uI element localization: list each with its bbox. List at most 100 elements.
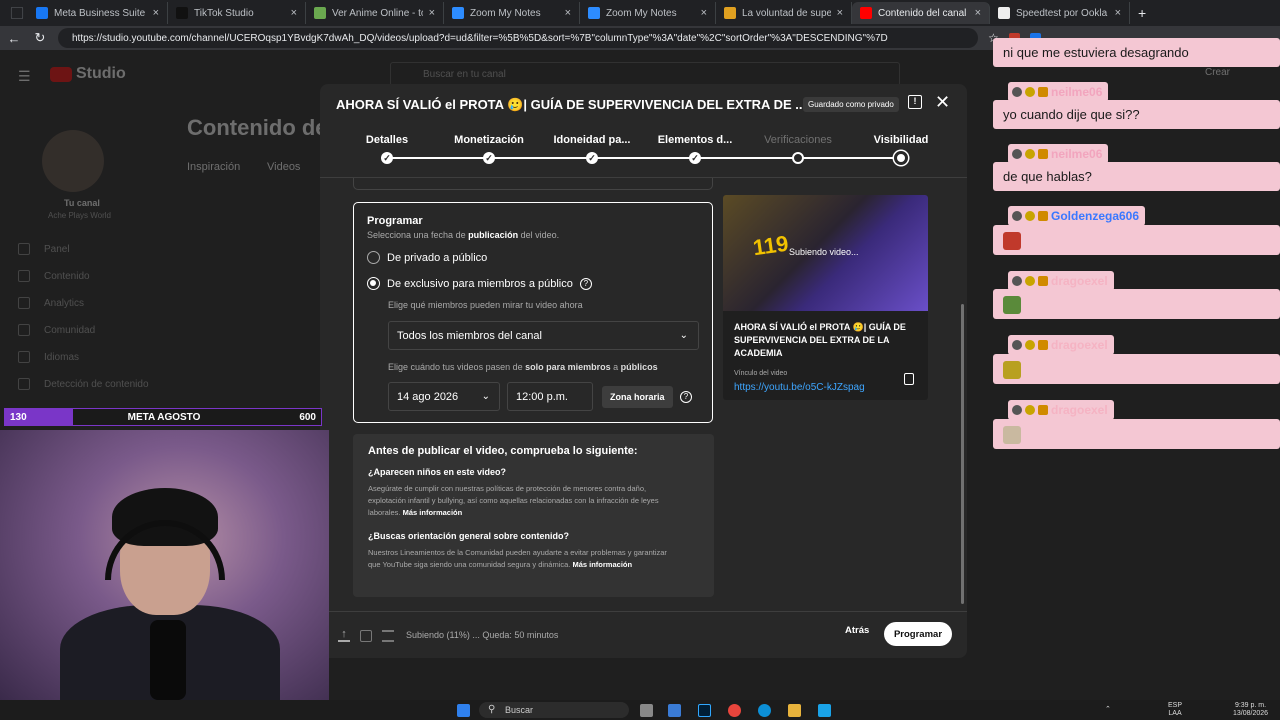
- chat-badge-icon: [1038, 405, 1048, 415]
- windows-start-icon[interactable]: [457, 704, 470, 717]
- url-field[interactable]: https://studio.youtube.com/channel/UCERO…: [58, 28, 978, 48]
- schedule-button[interactable]: Programar: [884, 622, 952, 646]
- browser-tab[interactable]: Ver Anime Online - todos lo ×: [306, 2, 444, 24]
- task-view-icon[interactable]: [640, 704, 653, 717]
- browser-tab[interactable]: Meta Business Suite ×: [28, 2, 168, 24]
- file-explorer-icon[interactable]: [788, 704, 801, 717]
- time-picker[interactable]: 12:00 p.m.: [507, 382, 593, 411]
- step-check-icon[interactable]: ✓: [689, 152, 701, 164]
- studio-search-input[interactable]: Buscar en tu canal: [390, 62, 900, 86]
- tab-actions-icon[interactable]: [10, 6, 24, 20]
- tab-videos[interactable]: Videos: [267, 161, 300, 173]
- edge-icon[interactable]: [758, 704, 771, 717]
- sidebar-item-content[interactable]: Contenido: [18, 270, 90, 282]
- new-tab-icon[interactable]: +: [1138, 5, 1146, 21]
- members-select[interactable]: Todos los miembros del canal ⌄: [388, 321, 699, 350]
- browser-tab[interactable]: Speedtest por Ookla - La pr ×: [990, 2, 1130, 24]
- radio-members-to-public[interactable]: De exclusivo para miembros a público ?: [367, 277, 592, 290]
- video-thumbnail[interactable]: 119 Subiendo video...: [723, 195, 928, 311]
- step-check-icon[interactable]: ✓: [586, 152, 598, 164]
- step-label[interactable]: Monetización: [434, 134, 544, 146]
- browser-tab[interactable]: La voluntad de supervivencia ×: [716, 2, 852, 24]
- video-link[interactable]: https://youtu.be/o5C-kJZspag: [734, 382, 865, 393]
- clock[interactable]: 9:39 p. m. 13/08/2026: [1233, 702, 1268, 718]
- chat-author[interactable]: dragoexel: [1008, 335, 1114, 355]
- reload-icon[interactable]: ↻: [32, 30, 48, 46]
- clock-time: 9:39 p. m.: [1234, 702, 1267, 709]
- chat-badge-icon: [1038, 276, 1048, 286]
- step-label[interactable]: Verificaciones: [743, 134, 853, 146]
- step-label[interactable]: Idoneidad pa...: [537, 134, 647, 146]
- video-link-label: Vínculo del video: [734, 370, 788, 377]
- sidebar-item-languages[interactable]: Idiomas: [18, 351, 79, 363]
- chat-badge-icon: [1038, 87, 1048, 97]
- date-picker[interactable]: 14 ago 2026 ⌄: [388, 382, 500, 411]
- browser-tab[interactable]: TikTok Studio ×: [168, 2, 306, 24]
- chrome-icon[interactable]: [728, 704, 741, 717]
- question-children: ¿Aparecen niños en este video?: [368, 467, 507, 477]
- chat-message-text: de que hablas?: [1003, 169, 1092, 184]
- radio-circle[interactable]: [367, 251, 380, 264]
- tab-close-icon[interactable]: ×: [153, 7, 159, 19]
- sidebar-item-community[interactable]: Comunidad: [18, 324, 95, 336]
- tab-close-icon[interactable]: ×: [1115, 7, 1121, 19]
- step-check-icon[interactable]: ✓: [381, 152, 393, 164]
- step-check-icon[interactable]: ✓: [483, 152, 495, 164]
- step-dot[interactable]: [792, 152, 804, 164]
- chat-author[interactable]: dragoexel: [1008, 400, 1114, 420]
- help-icon[interactable]: ?: [579, 277, 592, 290]
- taskbar-search-label: Buscar: [505, 705, 534, 715]
- timezone-button[interactable]: Zona horaria: [602, 386, 673, 408]
- tab-close-icon[interactable]: ×: [975, 7, 981, 19]
- dialog-scrollbar[interactable]: [961, 304, 964, 604]
- feedback-alert-icon[interactable]: !: [908, 95, 922, 109]
- radio-private-to-public[interactable]: De privado a público: [367, 251, 487, 264]
- app-icon-2[interactable]: [818, 704, 831, 717]
- browser-tab[interactable]: Contenido del canal - YouTu ×: [852, 2, 990, 24]
- chat-badge-icon: [1012, 340, 1022, 350]
- sidebar-item-content-detection[interactable]: Detección de contenido: [18, 378, 149, 390]
- tab-favicon-icon: [176, 7, 188, 19]
- back-arrow-icon[interactable]: ←: [6, 31, 22, 46]
- step-label[interactable]: Detalles: [332, 134, 442, 146]
- copy-icon[interactable]: [904, 373, 914, 385]
- tab-inspiration[interactable]: Inspiración: [187, 161, 240, 173]
- browser-tab[interactable]: Zoom My Notes ×: [444, 2, 580, 24]
- step-label[interactable]: Elementos d...: [640, 134, 750, 146]
- tray-chevron-icon[interactable]: ⌃: [1105, 706, 1111, 714]
- language-indicator[interactable]: ESP LAA: [1168, 702, 1182, 718]
- chat-author[interactable]: dragoexel: [1008, 271, 1114, 291]
- photoshop-icon[interactable]: [698, 704, 711, 717]
- sidebar-item-analytics[interactable]: Analytics: [18, 297, 84, 309]
- learn-more-link[interactable]: Más información: [403, 508, 463, 517]
- browser-tab[interactable]: Zoom My Notes ×: [580, 2, 716, 24]
- tab-close-icon[interactable]: ×: [429, 7, 435, 19]
- tab-close-icon[interactable]: ×: [565, 7, 571, 19]
- hamburger-menu-icon[interactable]: ☰: [18, 68, 31, 85]
- taskbar-search[interactable]: ⚲ Buscar: [479, 702, 629, 718]
- radio-circle-selected[interactable]: [367, 277, 380, 290]
- close-icon[interactable]: ✕: [935, 92, 950, 113]
- tab-close-icon[interactable]: ×: [291, 7, 297, 19]
- learn-more-link[interactable]: Más información: [572, 560, 632, 569]
- chat-author-name: dragoexel: [1051, 274, 1108, 288]
- channel-avatar[interactable]: [42, 130, 104, 192]
- step-dot[interactable]: [894, 151, 908, 165]
- chat-author[interactable]: neilme06: [1008, 82, 1109, 102]
- chat-badge-icon: [1025, 149, 1035, 159]
- tab-close-icon[interactable]: ×: [701, 7, 707, 19]
- when-bold: solo para miembros: [525, 362, 611, 372]
- tab-close-icon[interactable]: ×: [837, 7, 843, 19]
- app-icon[interactable]: [668, 704, 681, 717]
- video-preview-card: 119 Subiendo video... AHORA SÍ VALIÓ el …: [723, 195, 928, 400]
- step-label[interactable]: Visibilidad: [846, 134, 956, 146]
- content-detection-icon: [18, 378, 30, 390]
- chat-author[interactable]: Goldenzega606: [1008, 206, 1146, 226]
- youtube-logo-icon[interactable]: [50, 67, 72, 82]
- chat-badge-icon: [1025, 87, 1035, 97]
- upload-icon[interactable]: ↑: [338, 629, 350, 642]
- sidebar-item-panel[interactable]: Panel: [18, 243, 70, 255]
- chat-author[interactable]: neilme06: [1008, 144, 1109, 164]
- back-button[interactable]: Atrás: [845, 625, 869, 636]
- help-icon[interactable]: ?: [680, 391, 692, 403]
